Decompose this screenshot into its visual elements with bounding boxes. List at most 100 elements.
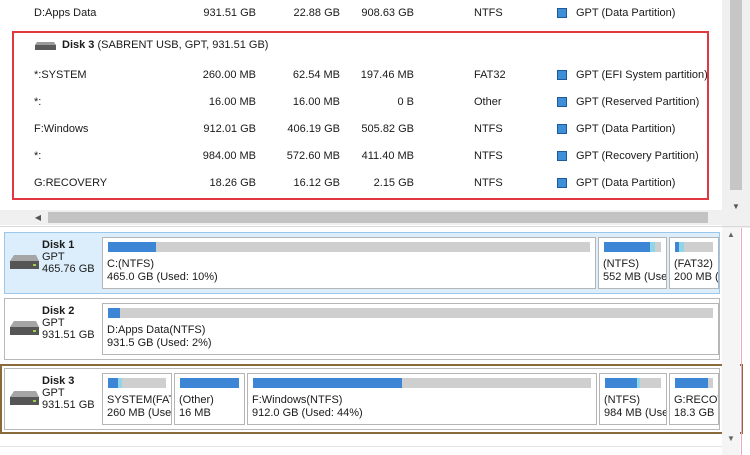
disk-info: Disk 2 GPT 931.51 GB — [5, 299, 101, 359]
partition-capacity: 984.00 MB — [202, 150, 256, 162]
usage-bar — [180, 378, 239, 388]
partition-block[interactable]: (Other) 16 MB — [174, 373, 245, 425]
disk-card-1[interactable]: Disk 1 GPT 465.76 GB C:(NTFS) 465.0 GB (… — [4, 232, 720, 294]
partition-used: 62.54 MB — [292, 69, 340, 81]
partition-row[interactable]: *: 16.00 MB 16.00 MB 0 B Other GPT (Rese… — [0, 89, 722, 115]
partition-list: D:Apps Data 931.51 GB 22.88 GB 908.63 GB… — [0, 0, 750, 228]
partition-type: GPT (Recovery Partition) — [576, 150, 699, 162]
disk-name: Disk 1 — [42, 239, 75, 251]
disk-size: 465.76 GB — [42, 263, 95, 275]
partition-capacity: 931.51 GB — [203, 7, 256, 19]
partition-label: C:(NTFS) — [107, 258, 155, 270]
usage-fill — [108, 378, 118, 388]
partition-unused: 0 B — [397, 96, 414, 108]
hard-drive-icon — [35, 42, 56, 50]
partition-name: *: — [34, 96, 42, 108]
partition-row[interactable]: G:RECOVERY 18.26 GB 16.12 GB 2.15 GB NTF… — [0, 170, 722, 196]
usage-bar — [675, 242, 713, 252]
partition-block[interactable]: (FAT32) 200 MB (Used — [669, 237, 719, 289]
disk-label: Disk 3 — [62, 39, 95, 51]
usage-bar — [605, 378, 661, 388]
partition-label: (NTFS) — [604, 394, 641, 406]
partition-usage: 18.3 GB (Use — [674, 407, 718, 419]
partition-filesystem: NTFS — [474, 123, 503, 135]
partition-row[interactable]: *: 984.00 MB 572.60 MB 411.40 MB NTFS GP… — [0, 143, 722, 169]
disk-3-header[interactable]: Disk 3 (SABRENT USB, GPT, 931.51 GB) — [0, 32, 722, 58]
partition-capacity: 16.00 MB — [208, 96, 256, 108]
usage-fill — [605, 378, 638, 388]
usage-bar — [108, 308, 713, 318]
partition-unused: 411.40 MB — [361, 150, 414, 162]
blue-square-icon — [557, 70, 567, 80]
partition-capacity: 260.00 MB — [202, 69, 256, 81]
partition-capacity: 912.01 GB — [203, 123, 256, 135]
partition-label: (FAT32) — [674, 258, 713, 270]
blue-square-icon — [557, 8, 567, 18]
partition-used: 22.88 GB — [293, 7, 340, 19]
disk-style: GPT — [42, 251, 65, 263]
disk-name: Disk 3 — [42, 375, 75, 387]
scroll-left-arrow-icon[interactable]: ◀ — [32, 210, 44, 225]
disk-details: (SABRENT USB, GPT, 931.51 GB) — [97, 39, 269, 51]
partition-row[interactable]: *:SYSTEM 260.00 MB 62.54 MB 197.46 MB FA… — [0, 62, 722, 88]
partition-name: *: — [34, 150, 42, 162]
partition-row[interactable]: D:Apps Data 931.51 GB 22.88 GB 908.63 GB… — [0, 0, 722, 26]
disk-style: GPT — [42, 317, 65, 329]
partition-name: G:RECOVERY — [34, 177, 108, 189]
partition-usage: 552 MB (Used — [603, 271, 667, 283]
disk-map-vertical-scrollbar[interactable]: ▲ ▼ — [722, 228, 740, 455]
usage-bar — [108, 378, 166, 388]
partition-label: (NTFS) — [603, 258, 640, 270]
partition-type: GPT (Data Partition) — [576, 7, 676, 19]
partition-type: GPT (Data Partition) — [576, 177, 676, 189]
window-edge — [741, 228, 742, 455]
partition-used: 16.12 GB — [293, 177, 340, 189]
partition-label: SYSTEM(FAT3 — [107, 394, 171, 406]
scroll-down-arrow-icon[interactable]: ▼ — [730, 202, 742, 214]
blue-square-icon — [557, 178, 567, 188]
partition-filesystem: NTFS — [474, 177, 503, 189]
vertical-scrollbar[interactable]: ▼ — [722, 0, 750, 228]
pane-divider[interactable] — [0, 226, 750, 227]
usage-bar — [604, 242, 661, 252]
partition-type: GPT (EFI System partition) — [576, 69, 708, 81]
partition-label: D:Apps Data(NTFS) — [107, 324, 206, 336]
partition-block[interactable]: C:(NTFS) 465.0 GB (Used: 10%) — [102, 237, 596, 289]
partition-capacity: 18.26 GB — [209, 177, 256, 189]
vertical-scroll-thumb[interactable] — [730, 0, 742, 190]
partition-block[interactable]: F:Windows(NTFS) 912.0 GB (Used: 44%) — [247, 373, 597, 425]
horizontal-scroll-thumb[interactable] — [48, 212, 708, 223]
partition-row[interactable]: F:Windows 912.01 GB 406.19 GB 505.82 GB … — [0, 116, 722, 142]
hard-drive-icon — [10, 391, 39, 405]
usage-bar — [108, 242, 590, 252]
usage-tip — [117, 378, 123, 388]
partition-unused: 908.63 GB — [361, 7, 414, 19]
partition-block[interactable]: D:Apps Data(NTFS) 931.5 GB (Used: 2%) — [102, 303, 719, 355]
partition-block[interactable]: SYSTEM(FAT3 260 MB (Usec — [102, 373, 172, 425]
usage-tip — [637, 378, 641, 388]
horizontal-scrollbar[interactable]: ◀ — [0, 210, 722, 225]
partition-type: GPT (Data Partition) — [576, 123, 676, 135]
usage-fill — [604, 242, 650, 252]
partition-label: G:RECOVERY — [674, 394, 718, 406]
disk-size: 931.51 GB — [42, 399, 95, 411]
disk-card-2[interactable]: Disk 2 GPT 931.51 GB D:Apps Data(NTFS) 9… — [4, 298, 720, 360]
partition-name: D:Apps Data — [34, 7, 97, 19]
partition-usage: 260 MB (Usec — [107, 407, 172, 419]
scroll-up-arrow-icon[interactable]: ▲ — [725, 230, 737, 240]
partition-label: F:Windows(NTFS) — [252, 394, 343, 406]
partition-block[interactable]: (NTFS) 984 MB (Usec — [599, 373, 667, 425]
partition-block[interactable]: G:RECOVERY 18.3 GB (Use — [669, 373, 719, 425]
blue-square-icon — [557, 124, 567, 134]
partition-usage: 200 MB (Used — [674, 271, 719, 283]
disk-card-3[interactable]: Disk 3 GPT 931.51 GB SYSTEM(FAT3 260 MB … — [4, 368, 720, 430]
scroll-down-arrow-icon[interactable]: ▼ — [725, 434, 737, 444]
partition-unused: 505.82 GB — [361, 123, 414, 135]
partition-unused: 197.46 MB — [360, 69, 414, 81]
divider — [0, 446, 722, 447]
partition-usage: 931.5 GB (Used: 2%) — [107, 337, 212, 349]
disk-name: Disk 2 — [42, 305, 75, 317]
usage-tip — [649, 242, 656, 252]
partition-filesystem: Other — [474, 96, 502, 108]
partition-block[interactable]: (NTFS) 552 MB (Used — [598, 237, 667, 289]
